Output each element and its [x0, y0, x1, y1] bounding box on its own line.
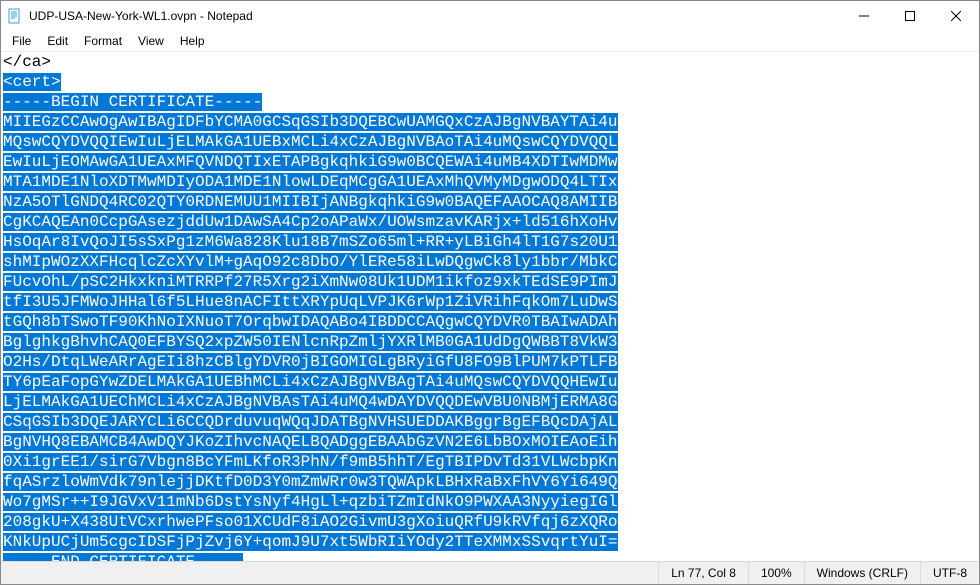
selected-line: CgKCAQEAn0CcpGAsezjddUw1DAwSA4Cp2oAPaWx/… [3, 212, 977, 232]
selected-line: Wo7gMSr++I9JGVxV11mNb6DstYsNyf4HgLl+qzbi… [3, 492, 977, 512]
selected-line: BglghkgBhvhCAQ0EFBYSQ2xpZW50IENlcnRpZmlj… [3, 332, 977, 352]
selected-line: MIIEGzCCAwOgAwIBAgIDFbYCMA0GCSqGSIb3DQEB… [3, 112, 977, 132]
status-position: Ln 77, Col 8 [658, 562, 748, 584]
editor-area: </ca><cert>-----BEGIN CERTIFICATE-----MI… [1, 51, 979, 561]
minimize-button[interactable] [841, 1, 887, 31]
maximize-button[interactable] [887, 1, 933, 31]
selected-line: CSqGSIb3DQEJARYCLi6CCQDrduvuqWQqJDATBgNV… [3, 412, 977, 432]
titlebar: UDP-USA-New-York-WL1.ovpn - Notepad [1, 1, 979, 31]
menu-view[interactable]: View [131, 33, 171, 49]
selected-line: shMIpWOzXXFHcqlcZcXYvlM+gAqO92c8DbO/YlER… [3, 252, 977, 272]
menu-edit[interactable]: Edit [40, 33, 75, 49]
selected-line: HsOqAr8IvQoJI5sSxPg1zM6Wa828Klu18B7mSZo6… [3, 232, 977, 252]
statusbar: Ln 77, Col 8 100% Windows (CRLF) UTF-8 [1, 561, 979, 584]
selected-line: -----END CERTIFICATE----- [3, 552, 977, 561]
selected-line: FUcvOhL/pSC2HkxkniMTRRPf27R5Xrg2iXmNw08U… [3, 272, 977, 292]
selected-line: 0Xi1grEE1/sirG7Vbgn8BcYFmLKfoR3PhN/f9mB5… [3, 452, 977, 472]
selected-line: MTA1MDE1NloXDTMwMDIyODA1MDE1NlowLDEqMCgG… [3, 172, 977, 192]
selected-line: -----BEGIN CERTIFICATE----- [3, 92, 977, 112]
status-line-ending: Windows (CRLF) [804, 562, 920, 584]
selected-line: KNkUpUCjUm5cgcIDSFjPjZvj6Y+qomJ9U7xt5WbR… [3, 532, 977, 552]
selected-line: NzA5OTlGNDQ4RC02QTY0RDNEMUU1MIIBIjANBgkq… [3, 192, 977, 212]
selected-line: <cert> [3, 72, 977, 92]
status-encoding: UTF-8 [920, 562, 979, 584]
selected-line: fqASrzloWmVdk79nlejjDKtfD0D3Y0mZmWRr0w3T… [3, 472, 977, 492]
notepad-window: UDP-USA-New-York-WL1.ovpn - Notepad File… [0, 0, 980, 585]
selected-line: LjELMAkGA1UEChMCLi4xCzAJBgNVBAsTAi4uMQ4w… [3, 392, 977, 412]
selected-line: TY6pEaFopGYwZDELMAkGA1UEBhMCLi4xCzAJBgNV… [3, 372, 977, 392]
selected-line: tfI3U5JFMWoJHHal6f5LHue8nACFIttXRYpUqLVP… [3, 292, 977, 312]
selected-line: tGQh8bTSwoTF90KhNoIXNuoT7OrqbwIDAQABo4IB… [3, 312, 977, 332]
window-title: UDP-USA-New-York-WL1.ovpn - Notepad [29, 9, 253, 23]
plain-line: </ca> [3, 52, 977, 72]
status-zoom: 100% [748, 562, 804, 584]
window-controls [841, 1, 979, 31]
menu-format[interactable]: Format [77, 33, 129, 49]
selected-line: EwIuLjEOMAwGA1UEAxMFQVNDQTIxETAPBgkqhkiG… [3, 152, 977, 172]
menu-file[interactable]: File [5, 33, 38, 49]
selected-line: O2Hs/DtqLWeARrAgEIi8hzCBlgYDVR0jBIGOMIGL… [3, 352, 977, 372]
selected-line: 208gkU+X438UtVCxrhwePFso01XCUdF8iAO2Givm… [3, 512, 977, 532]
selected-line: MQswCQYDVQQIEwIuLjELMAkGA1UEBxMCLi4xCzAJ… [3, 132, 977, 152]
menu-help[interactable]: Help [173, 33, 212, 49]
close-button[interactable] [933, 1, 979, 31]
menubar: File Edit Format View Help [1, 31, 979, 51]
selected-line: BgNVHQ8EBAMCB4AwDQYJKoZIhvcNAQELBQADggEB… [3, 432, 977, 452]
text-editor[interactable]: </ca><cert>-----BEGIN CERTIFICATE-----MI… [1, 52, 979, 561]
notepad-icon [7, 8, 23, 24]
titlebar-left: UDP-USA-New-York-WL1.ovpn - Notepad [1, 8, 253, 24]
